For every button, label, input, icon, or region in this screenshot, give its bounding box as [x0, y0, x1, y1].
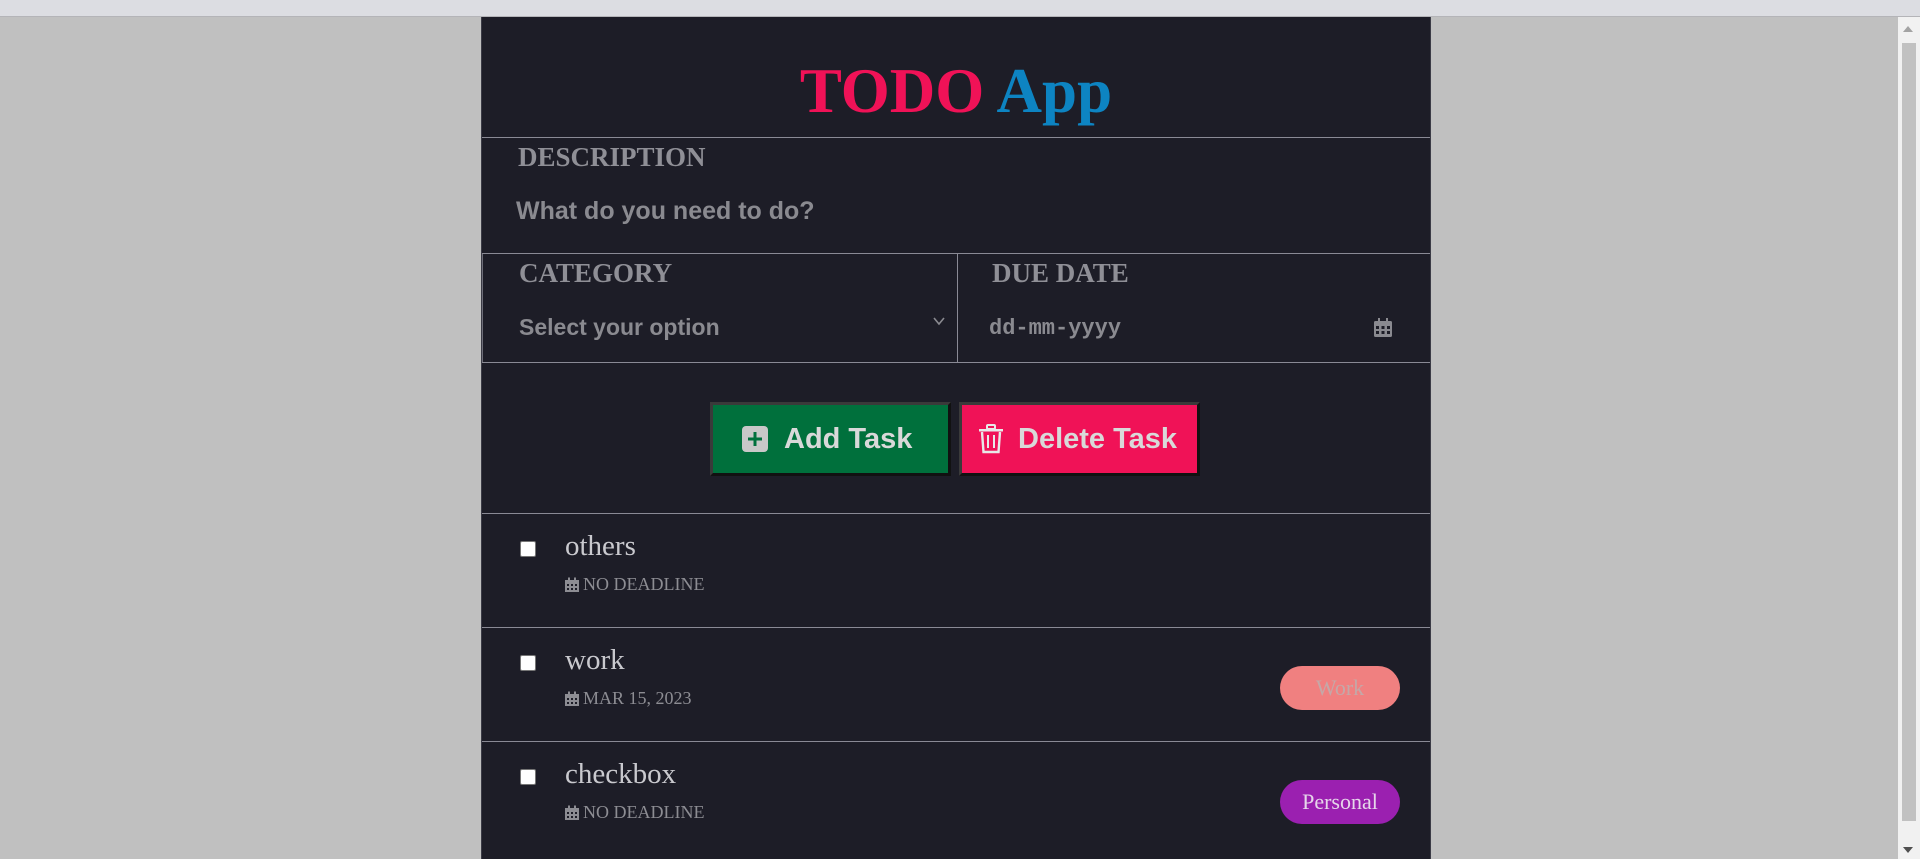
task-checkbox[interactable]: [520, 769, 536, 785]
scroll-up-arrow-icon[interactable]: [1903, 26, 1913, 32]
action-buttons: Add Task Delete Task: [482, 363, 1430, 514]
task-item: work MAR 15, 2023 Work: [482, 628, 1430, 742]
due-date-section: DUE DATE dd-mm-yyyy: [958, 254, 1430, 362]
browser-top-bar: [0, 0, 1920, 17]
vertical-scrollbar[interactable]: [1898, 17, 1920, 859]
task-checkbox[interactable]: [520, 541, 536, 557]
category-due-row: CATEGORY Select your option DUE DATE dd-…: [482, 254, 1430, 363]
scroll-thumb[interactable]: [1902, 43, 1916, 821]
category-section: CATEGORY Select your option: [482, 254, 958, 362]
add-task-label: Add Task: [784, 422, 913, 455]
due-date-label: DUE DATE: [992, 258, 1129, 288]
deadline-text: NO DEADLINE: [583, 802, 705, 822]
task-title: checkbox: [565, 758, 677, 790]
category-badge-personal: Personal: [1280, 780, 1400, 824]
description-label: DESCRIPTION: [518, 142, 706, 172]
title-app: App: [996, 56, 1113, 126]
scroll-down-arrow-icon[interactable]: [1903, 847, 1913, 853]
todo-app-panel: TODO App DESCRIPTION CATEGORY Select you…: [481, 17, 1431, 859]
deadline-text: MAR 15, 2023: [583, 688, 692, 708]
add-task-button[interactable]: Add Task: [710, 402, 951, 476]
delete-task-button[interactable]: Delete Task: [959, 402, 1200, 476]
plus-square-icon: [742, 426, 768, 452]
chevron-down-icon[interactable]: [932, 314, 946, 328]
category-label: CATEGORY: [519, 258, 673, 288]
calendar-icon: [565, 577, 579, 592]
task-deadline: MAR 15, 2023: [564, 688, 692, 709]
category-badge-work: Work: [1280, 666, 1400, 710]
title-todo: TODO: [799, 56, 985, 126]
task-title: others: [565, 530, 636, 562]
task-title: work: [565, 644, 625, 676]
calendar-icon[interactable]: [1372, 317, 1394, 339]
app-title: TODO App: [482, 17, 1430, 138]
delete-task-label: Delete Task: [1018, 422, 1178, 455]
calendar-icon: [565, 691, 579, 706]
calendar-icon: [565, 805, 579, 820]
task-item: others NO DEADLINE: [482, 514, 1430, 628]
task-checkbox[interactable]: [520, 655, 536, 671]
category-select[interactable]: Select your option: [519, 314, 720, 341]
deadline-text: NO DEADLINE: [583, 574, 705, 594]
due-date-input[interactable]: dd-mm-yyyy: [989, 316, 1121, 341]
task-deadline: NO DEADLINE: [564, 802, 704, 823]
trash-icon: [978, 424, 1004, 454]
task-deadline: NO DEADLINE: [564, 574, 704, 595]
task-item: checkbox NO DEADLINE Personal: [482, 742, 1430, 856]
description-input[interactable]: [514, 190, 1398, 232]
description-section: DESCRIPTION: [482, 138, 1430, 254]
